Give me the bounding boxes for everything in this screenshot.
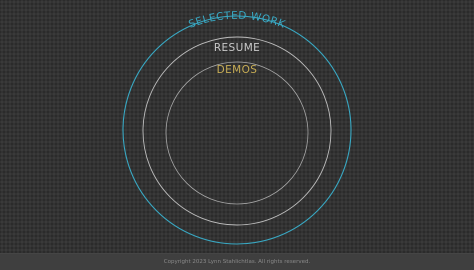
nav-link-resume[interactable]: RESUME [214,42,260,54]
footer: Copyright 2023 Lynn Stahlichtlas. All ri… [0,253,474,270]
nav-link-selected-work[interactable]: SELECTED WORK [187,10,288,31]
ring-demos[interactable] [165,61,309,205]
nav-link-selected-work-text: SELECTED WORK [187,10,287,31]
nav-link-demos[interactable]: DEMOS [217,64,258,76]
navigation-rings: SELECTED WORK RESUME DEMOS [122,10,352,245]
copyright-text: Copyright 2023 Lynn Stahlichtlas. All ri… [163,259,311,265]
